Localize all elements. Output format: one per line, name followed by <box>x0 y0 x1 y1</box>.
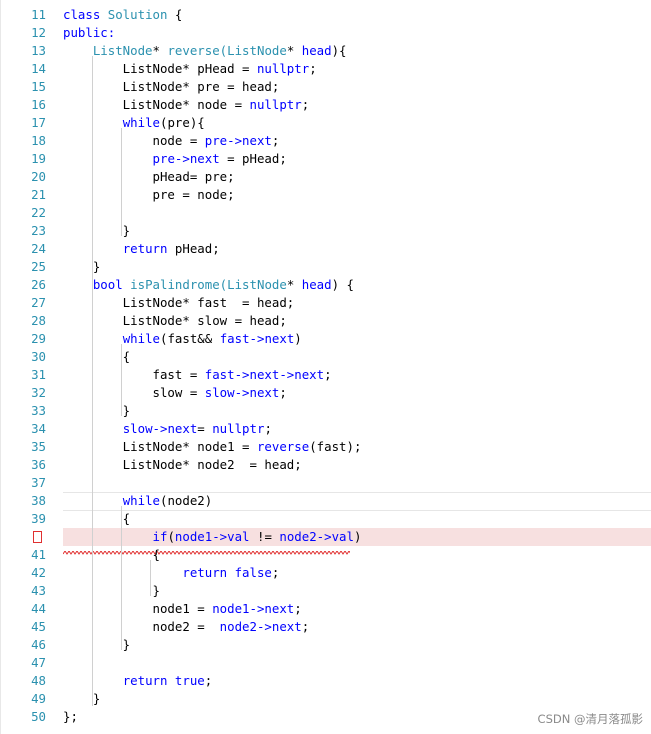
code-line[interactable]: return pHead; <box>63 240 220 258</box>
code-line[interactable]: public: <box>63 24 115 42</box>
line-number: 34 <box>31 421 46 436</box>
line-number: 37 <box>31 475 46 490</box>
line-number: 22 <box>31 205 46 220</box>
code-line[interactable]: node = pre->next; <box>63 132 280 150</box>
line-number: 14 <box>31 61 46 76</box>
code-line[interactable]: ListNode* node2 = head; <box>63 456 302 474</box>
line-number: 42 <box>31 565 46 580</box>
code-editor[interactable]: 11 12 13 14 15 16 17 18 19 20 21 22 23 24 25 26 27 28 29 30… <box>0 0 651 734</box>
code-line[interactable]: } <box>63 582 160 600</box>
code-line[interactable]: ListNode* fast = head; <box>63 294 295 312</box>
line-number: 45 <box>31 619 46 634</box>
line-number: 44 <box>31 601 46 616</box>
line-number: 30 <box>31 349 46 364</box>
line-number: 29 <box>31 331 46 346</box>
code-line[interactable]: node1 = node1->next; <box>63 600 302 618</box>
line-number: 33 <box>31 403 46 418</box>
line-number: 24 <box>31 241 46 256</box>
line-number: 41 <box>31 547 46 562</box>
code-line[interactable]: ListNode* slow = head; <box>63 312 287 330</box>
line-number: 21 <box>31 187 46 202</box>
line-number: 12 <box>31 25 46 40</box>
code-line[interactable]: return true; <box>63 672 213 690</box>
code-line[interactable]: { <box>63 546 160 564</box>
code-line[interactable]: }; <box>63 708 78 726</box>
line-number: 49 <box>31 691 46 706</box>
line-number: 50 <box>31 709 46 724</box>
code-line[interactable]: ListNode* pre = head; <box>63 78 280 96</box>
line-number: 36 <box>31 457 46 472</box>
line-number: 16 <box>31 97 46 112</box>
code-line[interactable]: ListNode* pHead = nullptr; <box>63 60 317 78</box>
code-line[interactable]: fast = fast->next->next; <box>63 366 332 384</box>
code-line[interactable]: } <box>63 258 100 276</box>
line-number: 23 <box>31 223 46 238</box>
line-number: 13 <box>31 43 46 58</box>
line-number: 11 <box>31 7 46 22</box>
code-line[interactable]: bool isPalindrome(ListNode* head) { <box>63 276 354 294</box>
line-number: 48 <box>31 673 46 688</box>
indent-guide <box>92 56 93 706</box>
code-line[interactable]: slow = slow->next; <box>63 384 287 402</box>
code-line[interactable]: ListNode* node = nullptr; <box>63 96 310 114</box>
code-line[interactable]: while(pre){ <box>63 114 205 132</box>
code-line[interactable]: pHead= pre; <box>63 168 235 186</box>
line-number: 17 <box>31 115 46 130</box>
line-number: 25 <box>31 259 46 274</box>
line-number: 47 <box>31 655 46 670</box>
line-number: 38 <box>31 493 46 508</box>
code-line[interactable]: ListNode* node1 = reverse(fast); <box>63 438 362 456</box>
code-line[interactable]: slow->next= nullptr; <box>63 420 272 438</box>
code-line[interactable]: if(node1->val != node2->val) <box>63 528 362 546</box>
line-number: 26 <box>31 277 46 292</box>
indent-guide <box>150 560 151 596</box>
code-line[interactable]: return false; <box>63 564 279 582</box>
line-number: 28 <box>31 313 46 328</box>
code-line[interactable]: pre = node; <box>63 186 235 204</box>
indent-guide <box>121 344 122 416</box>
code-line[interactable]: while(node2) <box>63 492 213 510</box>
error-marker-icon[interactable] <box>33 531 42 543</box>
csdn-watermark: CSDN @清月落孤影 <box>537 712 643 726</box>
code-line[interactable]: } <box>63 690 100 708</box>
code-line[interactable]: node2 = node2->next; <box>63 618 310 636</box>
line-number: 43 <box>31 583 46 598</box>
code-line[interactable]: pre->next = pHead; <box>63 150 287 168</box>
line-number: 32 <box>31 385 46 400</box>
line-number: 15 <box>31 79 46 94</box>
line-number: 35 <box>31 439 46 454</box>
line-number: 39 <box>31 511 46 526</box>
code-line[interactable]: while(fast&& fast->next) <box>63 330 302 348</box>
code-line[interactable]: class Solution { <box>63 6 182 24</box>
line-number: 18 <box>31 133 46 148</box>
indent-guide <box>121 506 122 650</box>
indent-guide <box>121 128 122 236</box>
code-line[interactable]: ListNode* reverse(ListNode* head){ <box>63 42 347 60</box>
line-number: 20 <box>31 169 46 184</box>
line-number: 31 <box>31 367 46 382</box>
line-number: 19 <box>31 151 46 166</box>
line-number: 27 <box>31 295 46 310</box>
line-number: 46 <box>31 637 46 652</box>
